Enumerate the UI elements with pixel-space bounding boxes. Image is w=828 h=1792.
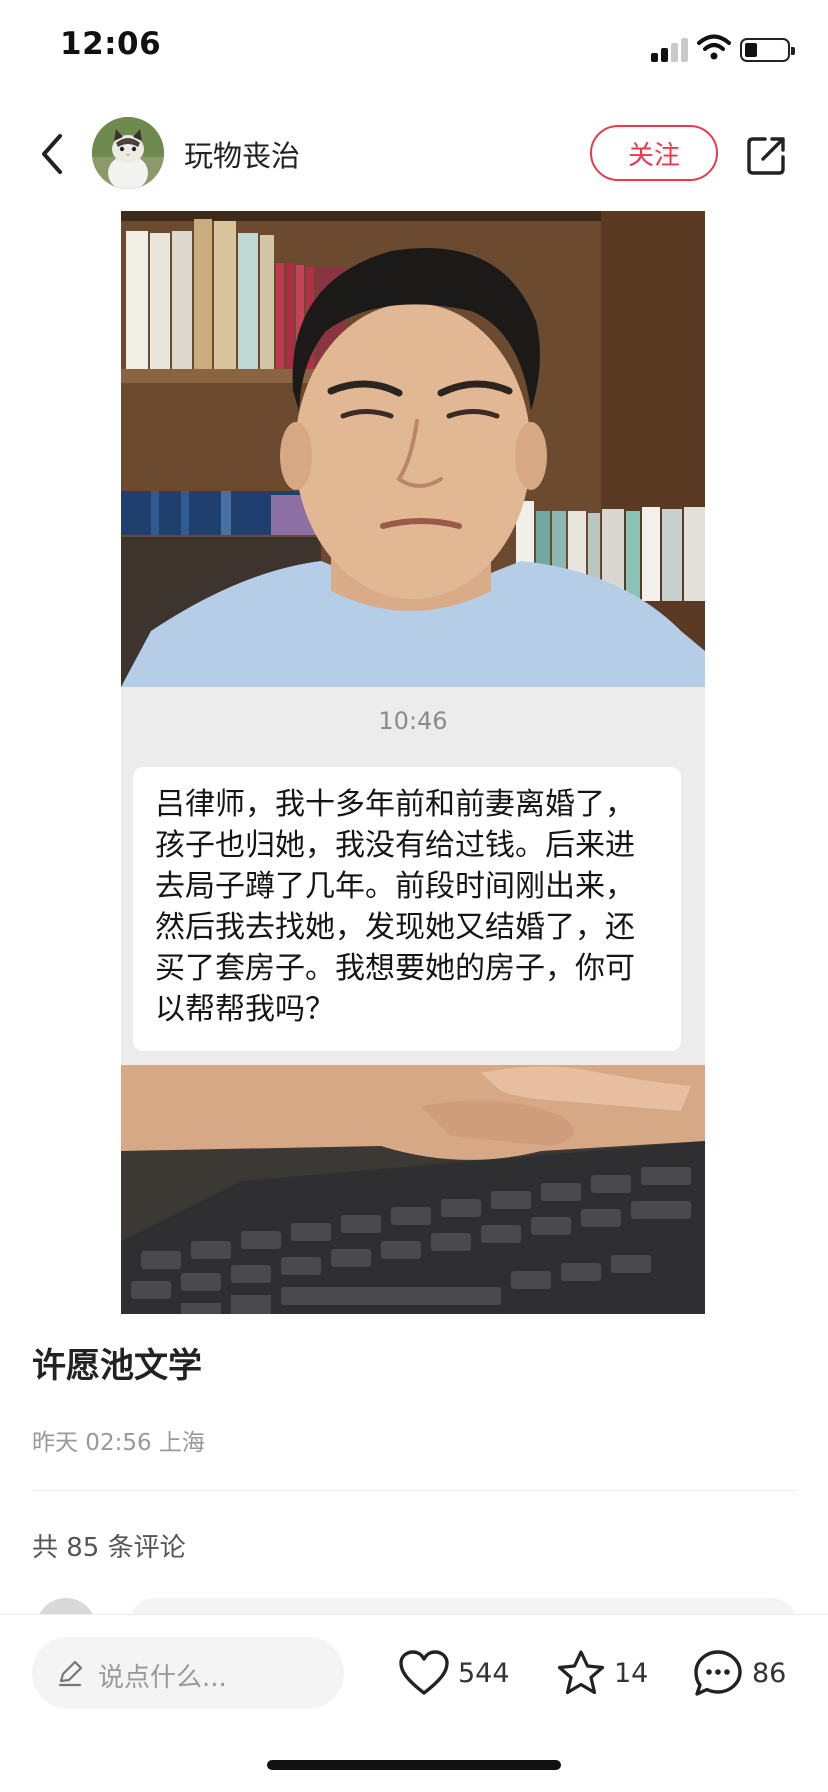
share-icon[interactable]	[745, 133, 789, 177]
status-time: 12:06	[60, 26, 162, 62]
wifi-icon	[697, 34, 731, 60]
post-meta: 昨天 02:56 上海	[32, 1430, 205, 1456]
signal-icon	[651, 38, 691, 62]
post-title: 许愿池文学	[32, 1346, 202, 1386]
comment-total: 86	[752, 1657, 787, 1689]
comment-bubble-icon	[694, 1650, 742, 1696]
star-icon	[557, 1650, 605, 1695]
favorite-button[interactable]: 14	[556, 1639, 648, 1707]
chat-message-bubble: 吕律师，我十多年前和前妻离婚了，孩子也归她，我没有给过钱。后来进去局子蹲了几年。…	[133, 767, 681, 1051]
divider	[32, 1490, 796, 1491]
heart-icon	[399, 1650, 449, 1695]
avatar[interactable]	[92, 117, 164, 189]
like-button[interactable]: 544	[398, 1639, 510, 1707]
favorite-count: 14	[614, 1657, 649, 1689]
author-name[interactable]: 玩物丧治	[184, 133, 300, 175]
chat-timestamp: 10:46	[378, 707, 448, 735]
status-bar: 12:06	[0, 0, 828, 100]
follow-button[interactable]: 关注	[590, 125, 718, 181]
comment-placeholder: 说点什么...	[98, 1663, 227, 1693]
comment-count: 共 85 条评论	[32, 1533, 186, 1563]
battery-icon	[740, 38, 795, 62]
chat-screenshot: 10:46 吕律师，我十多年前和前妻离婚了，孩子也归她，我没有给过钱。后来进去局…	[121, 687, 705, 1065]
comment-input[interactable]: 说点什么...	[32, 1637, 344, 1709]
post-image[interactable]: 10:46 吕律师，我十多年前和前妻离婚了，孩子也归她，我没有给过钱。后来进去局…	[121, 211, 705, 1314]
pencil-icon	[58, 1660, 83, 1687]
home-indicator	[267, 1760, 561, 1770]
like-count: 544	[458, 1657, 510, 1689]
comment-button[interactable]: 86	[692, 1639, 786, 1707]
back-icon[interactable]	[32, 126, 72, 182]
post-header: 玩物丧治 关注	[0, 100, 828, 206]
